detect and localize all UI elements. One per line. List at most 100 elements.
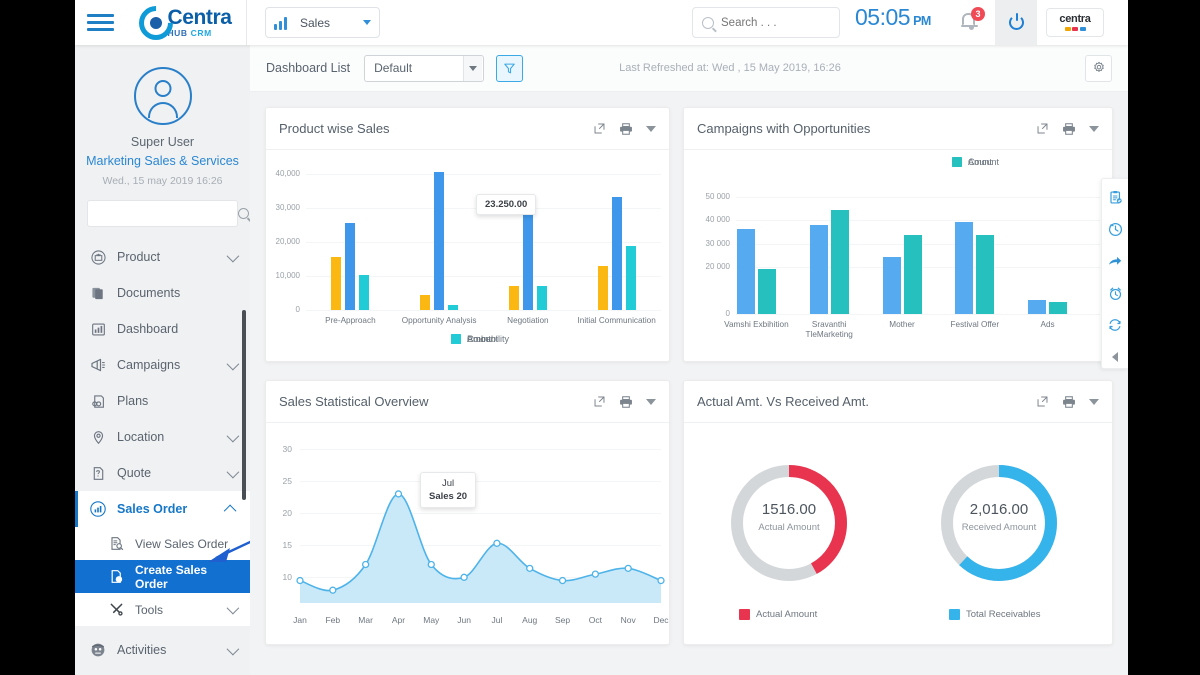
settings-button[interactable] <box>1085 54 1112 82</box>
history-clock-icon[interactable] <box>1106 220 1124 238</box>
global-search[interactable] <box>692 7 840 38</box>
sidebar-item-quote[interactable]: Quote <box>75 455 250 491</box>
chevron-down-icon <box>226 642 240 655</box>
filter-button[interactable] <box>496 54 524 82</box>
x-axis-tick-label: Mar <box>358 615 373 625</box>
x-axis-tick-label: Vamshi Exbihition <box>724 320 789 329</box>
sidebar-submenu-sales-order: View Sales Order Create Sales Order Tool… <box>75 527 250 626</box>
task-clipboard-icon[interactable] <box>1106 188 1124 206</box>
sidebar-search-input[interactable] <box>96 207 238 220</box>
sidebar-item-label: Activities <box>117 643 167 657</box>
location-icon <box>85 430 111 445</box>
chevron-down-icon <box>363 20 371 25</box>
app-root: Centra HUB CRM Sales 05:05PM 3 <box>75 0 1128 675</box>
legend-label: Count <box>968 157 993 167</box>
alarm-clock-icon[interactable] <box>1106 284 1124 302</box>
card-body: 0 10,000 20,000 30,000 40,000 Pre-Approach Opp… <box>266 150 669 362</box>
chart-tooltip: Jul Sales 20 <box>420 472 477 508</box>
sync-refresh-icon[interactable] <box>1106 316 1124 334</box>
clock-time: 05:05 <box>855 4 911 30</box>
chevron-down-icon[interactable] <box>1089 398 1099 405</box>
sidebar-item-create-sales-order[interactable]: Create Sales Order <box>75 560 250 593</box>
tools-icon <box>103 602 129 617</box>
right-rail <box>1101 178 1128 369</box>
x-axis-tick-label: Jan <box>293 615 307 625</box>
chevron-down-icon[interactable] <box>646 125 656 132</box>
clock-ampm: PM <box>913 14 931 28</box>
sidebar-item-sales-order[interactable]: Sales Order <box>75 491 250 527</box>
card-title: Campaigns with Opportunities <box>697 121 871 136</box>
sidebar-item-documents[interactable]: Documents <box>75 275 250 311</box>
hamburger-menu-icon[interactable] <box>75 14 125 31</box>
donut-caption: Actual Amount <box>758 522 820 533</box>
sidebar-item-activities[interactable]: Activities <box>75 632 250 668</box>
dashboard-list-label: Dashboard List <box>266 61 351 75</box>
search-input[interactable] <box>721 16 830 29</box>
share-arrow-icon[interactable] <box>1106 252 1124 270</box>
collapse-left-icon[interactable] <box>1112 352 1118 362</box>
dashboard-select[interactable]: Default <box>364 54 485 82</box>
power-button[interactable] <box>995 0 1037 45</box>
sidebar-nav: Product Documents Dashboard Campaigns Pl… <box>75 239 250 668</box>
expand-icon[interactable] <box>1036 395 1049 408</box>
gridline <box>306 174 661 176</box>
bar-probability <box>420 294 431 310</box>
sidebar-item-label: Sales Order <box>117 502 188 516</box>
expand-icon[interactable] <box>593 122 606 135</box>
donut-center-label: 1516.00 Actual Amount <box>719 501 859 533</box>
search-icon <box>238 208 249 219</box>
sidebar-search[interactable] <box>87 200 249 227</box>
chevron-down-icon <box>226 465 240 478</box>
avatar-body-icon <box>147 102 178 118</box>
card-body: 10 15 20 25 30 Jan Feb Mar Apr May Jun Jul Aug Sep Oct… <box>266 423 669 645</box>
chevron-down-icon <box>226 357 240 370</box>
x-axis-tick-label: Mother <box>889 320 915 329</box>
donut-value: 2,016.00 <box>969 501 1029 518</box>
user-role[interactable]: Marketing Sales & Services <box>75 154 250 168</box>
x-axis-tick-label: May <box>423 615 440 625</box>
expand-icon[interactable] <box>593 395 606 408</box>
bar-chart-icon <box>274 16 292 30</box>
sidebar-subitem-label: Tools <box>135 602 164 617</box>
donut-value: 1516.00 <box>761 501 817 518</box>
tooltip-line-2: Sales 20 <box>429 491 468 502</box>
last-refreshed-text: Last Refreshed at: Wed , 15 May 2019, 16… <box>619 62 841 74</box>
x-axis-tick-label: Feb <box>325 615 341 625</box>
card-header: Sales Statistical Overview <box>266 381 669 423</box>
sidebar-item-product[interactable]: Product <box>75 239 250 275</box>
print-icon[interactable] <box>619 122 633 136</box>
module-selector[interactable]: Sales <box>265 7 380 38</box>
x-axis-tick-label: Festival Offer <box>950 320 1000 329</box>
sidebar-item-campaigns[interactable]: Campaigns <box>75 347 250 383</box>
gridline <box>736 196 1100 198</box>
card-title: Sales Statistical Overview <box>279 394 429 409</box>
notifications-button[interactable]: 3 <box>959 7 985 34</box>
chevron-down-icon[interactable] <box>646 398 656 405</box>
dashboard-toolbar: Dashboard List Default Last Refreshed at… <box>250 45 1128 92</box>
sidebar-item-location[interactable]: Location <box>75 419 250 455</box>
user-date: Wed., 15 may 2019 16:26 <box>102 175 223 187</box>
print-icon[interactable] <box>619 395 633 409</box>
sidebar-item-view-sales-order[interactable]: View Sales Order <box>75 527 250 560</box>
gear-icon <box>1093 61 1104 72</box>
bar-count <box>448 304 459 310</box>
campaigns-icon <box>85 357 111 373</box>
sidebar-item-tools[interactable]: Tools <box>75 593 250 626</box>
sidebar-item-plans[interactable]: Plans <box>75 383 250 419</box>
bar-amount <box>882 257 901 314</box>
brand-chip[interactable]: centra <box>1046 8 1104 37</box>
expand-icon[interactable] <box>1036 122 1049 135</box>
print-icon[interactable] <box>1062 122 1076 136</box>
bar-count <box>830 210 849 314</box>
notification-badge: 3 <box>971 7 985 21</box>
dashboard-icon <box>85 322 111 337</box>
sidebar-scrollbar[interactable] <box>242 310 246 500</box>
sidebar-item-dashboard[interactable]: Dashboard <box>75 311 250 347</box>
gridline <box>306 310 661 311</box>
chevron-down-icon[interactable] <box>1089 125 1099 132</box>
x-axis-tick-label: Apr <box>391 615 406 625</box>
sales-order-icon <box>85 501 111 517</box>
avatar[interactable] <box>133 67 192 125</box>
print-icon[interactable] <box>1062 395 1076 409</box>
legend-item: Count <box>451 334 491 344</box>
